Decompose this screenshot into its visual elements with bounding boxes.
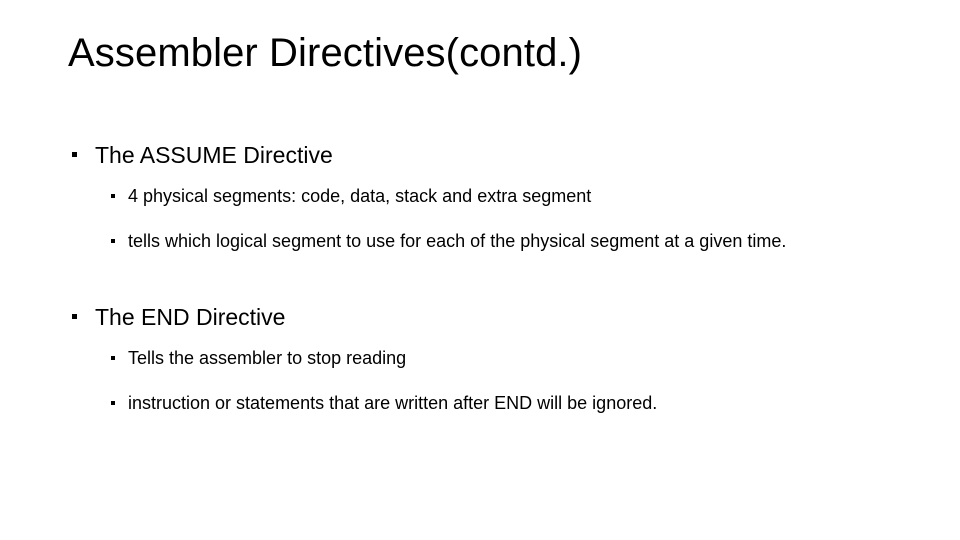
bullet-level2-label: tells which logical segment to use for e… xyxy=(128,231,787,251)
bullet-level1-end-directive: The END Directive xyxy=(68,302,898,332)
bullet-level2-item: Tells the assembler to stop reading xyxy=(68,345,898,371)
sub-list-end-directive: Tells the assembler to stop reading inst… xyxy=(68,345,898,416)
square-bullet-icon xyxy=(111,356,115,360)
bullet-level2-label: Tells the assembler to stop reading xyxy=(128,348,407,368)
bullet-level2-label: 4 physical segments: code, data, stack a… xyxy=(128,186,592,206)
slide-title: Assembler Directives(contd.) xyxy=(68,31,583,75)
bullet-level2-item: instruction or statements that are writt… xyxy=(68,390,898,416)
square-bullet-icon xyxy=(111,401,115,405)
bullet-level1-label: The ASSUME Directive xyxy=(95,142,333,168)
sub-list-assume-directive: 4 physical segments: code, data, stack a… xyxy=(68,183,898,254)
square-bullet-icon xyxy=(72,314,77,319)
bullet-level2-label: instruction or statements that are writt… xyxy=(128,393,658,413)
slide-body-content: The ASSUME Directive 4 physical segments… xyxy=(68,140,898,416)
bullet-level1-label: The END Directive xyxy=(95,304,286,330)
bullet-level2-item: 4 physical segments: code, data, stack a… xyxy=(68,183,898,209)
bullet-level2-item: tells which logical segment to use for e… xyxy=(68,228,898,254)
bullet-level1-assume-directive: The ASSUME Directive xyxy=(68,140,898,170)
square-bullet-icon xyxy=(111,194,115,198)
presentation-slide: Assembler Directives(contd.) The ASSUME … xyxy=(0,0,960,540)
square-bullet-icon xyxy=(72,152,77,157)
square-bullet-icon xyxy=(111,239,115,243)
